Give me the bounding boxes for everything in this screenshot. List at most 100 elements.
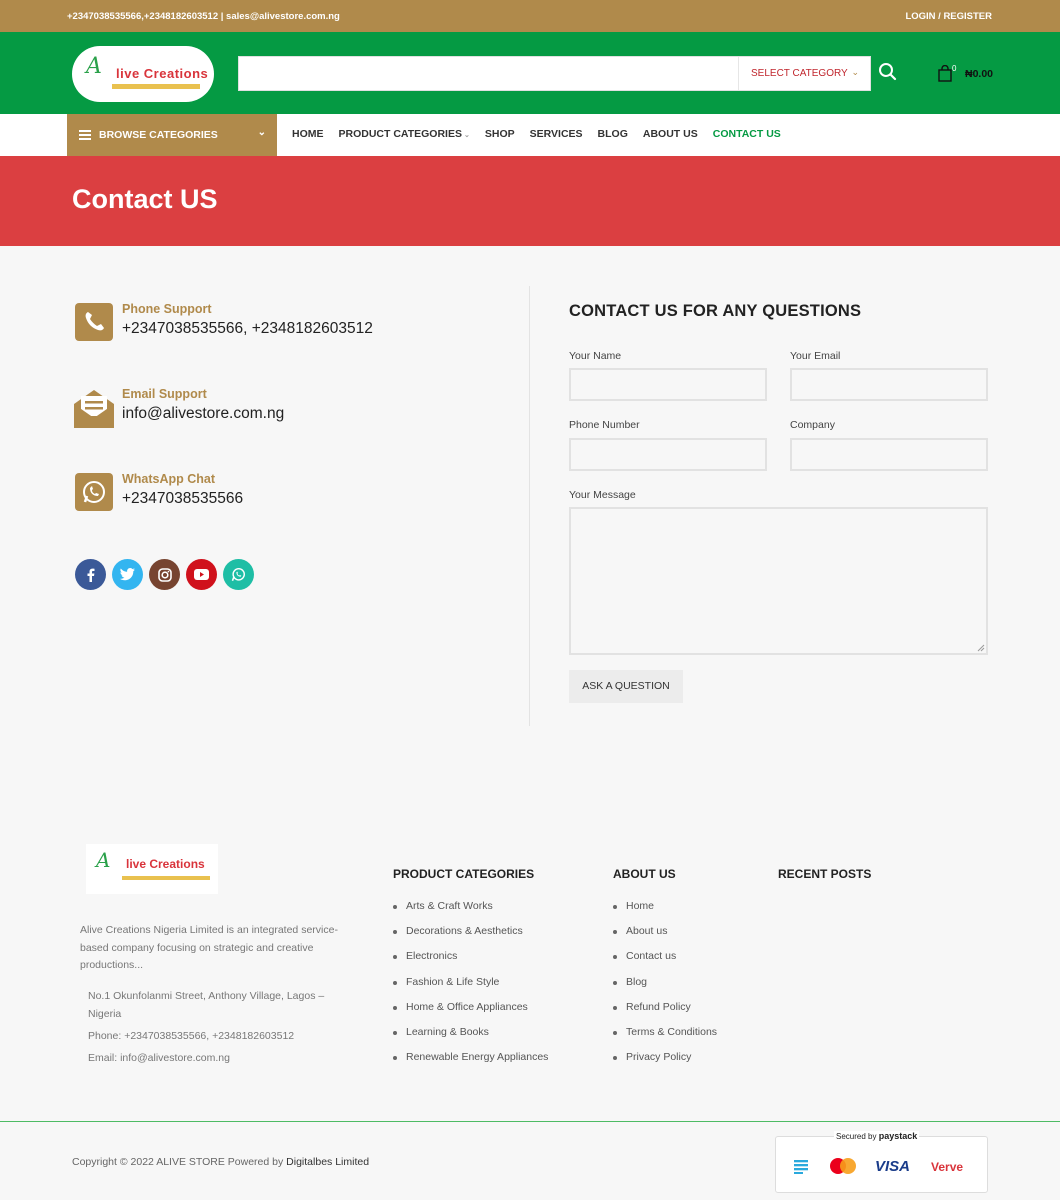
ask-question-button[interactable]: ASK A QUESTION (569, 670, 683, 703)
product-categories-title: PRODUCT CATEGORIES (393, 867, 535, 881)
message-field[interactable] (569, 507, 988, 655)
instagram-icon[interactable] (149, 559, 180, 590)
name-field[interactable] (569, 368, 767, 401)
site-header: A live Creations SELECT CATEGORY ⌄ 0 ₦0.… (0, 32, 1060, 114)
category-select-label: SELECT CATEGORY (751, 68, 848, 79)
cart-count: 0 (952, 64, 957, 73)
login-register-link[interactable]: LOGIN / REGISTER (905, 11, 992, 22)
list-item[interactable]: Terms & Conditions (613, 1026, 717, 1051)
whatsapp-icon (75, 473, 113, 511)
list-item[interactable]: Contact us (613, 950, 717, 975)
search-input[interactable] (239, 57, 737, 90)
nav-item-about-us[interactable]: ABOUT US (643, 128, 698, 140)
list-item[interactable]: Privacy Policy (613, 1051, 717, 1076)
paystack-brand: paystack (878, 1131, 918, 1141)
search-button[interactable] (878, 62, 902, 86)
payment-badge: Secured by paystack VISA Verve (775, 1131, 988, 1193)
shopping-bag-icon (938, 65, 952, 82)
footer-phone: Phone: +2347038535566, +2348182603512 (88, 1030, 295, 1042)
main-nav: BROWSE CATEGORIES ⌄ HOME PRODUCT CATEGOR… (0, 114, 1060, 156)
list-item[interactable]: Decorations & Aesthetics (393, 925, 548, 950)
facebook-icon[interactable] (75, 559, 106, 590)
footer-email: Email: info@alivestore.com.ng (88, 1052, 230, 1064)
logo-wordmark: live Creations (126, 857, 205, 871)
nav-item-services[interactable]: SERVICES (530, 128, 583, 140)
email-field[interactable] (790, 368, 988, 401)
contact-section: Phone Support +2347038535566, +234818260… (0, 246, 1060, 764)
list-item[interactable]: Home (613, 900, 717, 925)
browse-categories-button[interactable]: BROWSE CATEGORIES ⌄ (67, 114, 277, 156)
page-hero: Contact US (0, 156, 1060, 246)
list-item[interactable]: Blog (613, 976, 717, 1001)
powered-by-link[interactable]: Digitalbes Limited (286, 1156, 369, 1168)
nav-item-shop[interactable]: SHOP (485, 128, 515, 140)
footer-logo[interactable]: A live Creations (86, 844, 218, 894)
visa-icon: VISA (875, 1158, 911, 1175)
email-support-value: info@alivestore.com.ng (122, 405, 285, 422)
twitter-icon[interactable] (112, 559, 143, 590)
top-bar: +2347038535566,+2348182603512 | sales@al… (0, 0, 1060, 32)
nav-item-blog[interactable]: BLOG (598, 128, 628, 140)
column-divider (529, 286, 530, 726)
whatsapp-chat-value: +2347038535566 (122, 490, 244, 507)
about-us-title: ABOUT US (613, 867, 676, 881)
message-label: Your Message (569, 489, 636, 501)
search-bar: SELECT CATEGORY ⌄ (238, 56, 871, 91)
nav-item-product-categories[interactable]: PRODUCT CATEGORIES ⌄ (339, 128, 470, 140)
logo-bar (122, 876, 210, 880)
list-item[interactable]: Home & Office Appliances (393, 1001, 548, 1026)
list-item[interactable]: Learning & Books (393, 1026, 548, 1051)
cart-button[interactable]: 0 ₦0.00 (938, 64, 998, 84)
nav-item-contact-us[interactable]: CONTACT US (713, 128, 781, 140)
list-item[interactable]: Arts & Craft Works (393, 900, 548, 925)
list-item[interactable]: About us (613, 925, 717, 950)
logo-bar (112, 84, 200, 89)
caret-down-icon: ⌄ (463, 132, 470, 139)
mastercard-icon (830, 1158, 856, 1174)
secured-by: Secured by paystack (834, 1131, 920, 1141)
whatsapp-chat-title: WhatsApp Chat (122, 472, 216, 486)
list-item[interactable]: Electronics (393, 950, 548, 975)
phone-label: Phone Number (569, 419, 640, 431)
about-us-list: Home About us Contact us Blog Refund Pol… (613, 900, 717, 1076)
page-title: Contact US (72, 184, 218, 214)
nav-menu: HOME PRODUCT CATEGORIES ⌄ SHOP SERVICES B… (292, 128, 796, 140)
top-contacts: +2347038535566,+2348182603512 | sales@al… (67, 11, 340, 22)
copyright-text: Copyright © 2022 ALIVE STORE Powered by (72, 1156, 284, 1168)
search-icon (879, 63, 897, 81)
phone-support-title: Phone Support (122, 302, 212, 316)
phone-field[interactable] (569, 438, 767, 471)
browse-categories-label: BROWSE CATEGORIES (99, 129, 218, 141)
category-select[interactable]: SELECT CATEGORY ⌄ (738, 57, 871, 90)
youtube-icon[interactable] (186, 559, 217, 590)
company-field[interactable] (790, 438, 988, 471)
name-label: Your Name (569, 350, 622, 362)
hamburger-icon (79, 130, 91, 142)
cart-total: ₦0.00 (965, 68, 994, 80)
site-logo[interactable]: A live Creations (72, 46, 214, 102)
paystack-icon (794, 1160, 808, 1174)
verve-rest: erve (938, 1160, 964, 1174)
envelope-icon (72, 388, 116, 430)
footer-description: Alive Creations Nigeria Limited is an in… (80, 924, 338, 971)
footer-address: No.1 Okunfolanmi Street, Anthony Village… (88, 990, 325, 1020)
whatsapp-icon[interactable] (223, 559, 254, 590)
list-item[interactable]: Renewable Energy Appliances (393, 1051, 548, 1076)
footer-bottom-bar: Copyright © 2022 ALIVE STORE Powered by … (0, 1121, 1060, 1200)
company-label: Company (790, 419, 835, 431)
logo-wordmark: live Creations (116, 66, 209, 81)
phone-support-value: +2347038535566, +2348182603512 (122, 320, 373, 337)
nav-item-label: PRODUCT CATEGORIES (338, 128, 462, 140)
form-title: CONTACT US FOR ANY QUESTIONS (569, 302, 862, 320)
social-links (75, 559, 254, 590)
secured-by-label: Secured by (836, 1132, 877, 1141)
email-support-title: Email Support (122, 387, 207, 401)
recent-posts-title: RECENT POSTS (778, 867, 872, 881)
verve-icon: Verve (931, 1160, 963, 1174)
phone-icon (75, 303, 113, 341)
nav-item-home[interactable]: HOME (292, 128, 324, 140)
email-label: Your Email (790, 350, 841, 362)
copyright: Copyright © 2022 ALIVE STORE Powered by … (72, 1156, 369, 1168)
list-item[interactable]: Refund Policy (613, 1001, 717, 1026)
list-item[interactable]: Fashion & Life Style (393, 976, 548, 1001)
